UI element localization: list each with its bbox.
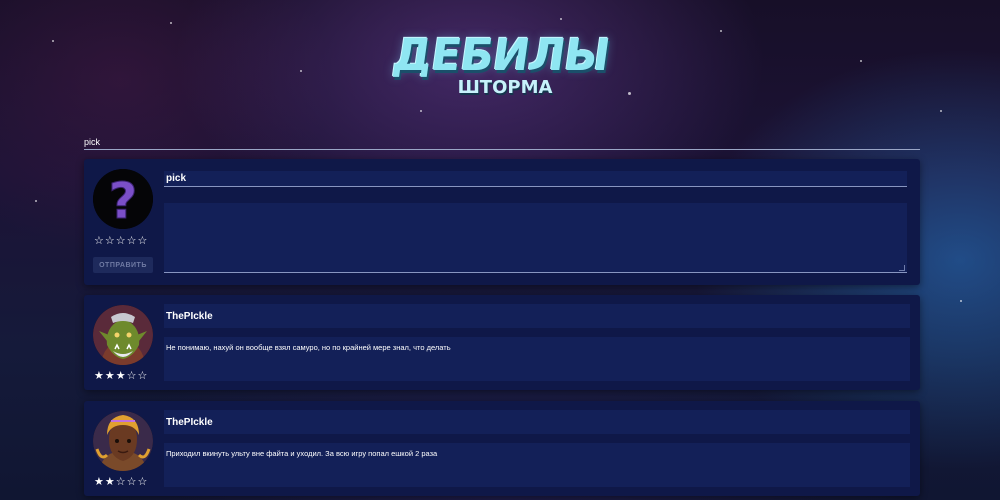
rating-stars-input[interactable]: ☆☆☆☆☆ [94, 234, 148, 247]
svg-text:?: ? [108, 172, 137, 229]
avatar [93, 305, 153, 365]
question-mark-icon: ? [93, 169, 153, 229]
rating-stars: ★★★☆☆ [94, 370, 149, 382]
comment-text: Не понимаю, нахуй он вообще взял самуро,… [164, 337, 910, 381]
logo-subtitle: ШТОРМА [457, 77, 553, 98]
resize-handle[interactable] [899, 265, 905, 271]
avatar [93, 411, 153, 471]
rating-stars: ★★☆☆☆ [94, 476, 149, 488]
logo-title: ДЕБИЛЫ [389, 30, 613, 81]
comment-card: ★★☆☆☆ ThePIckle Приходил вкинуть ульту в… [84, 401, 920, 496]
name-field[interactable] [164, 171, 907, 187]
send-button[interactable]: ОТПРАВИТЬ [93, 257, 153, 273]
comment-textarea[interactable] [164, 203, 907, 273]
site-logo[interactable]: ДЕБИЛЫ ШТОРМА [385, 30, 617, 100]
orc-hero-portrait-icon [93, 305, 153, 365]
search-input[interactable] [84, 134, 920, 150]
new-comment-card: ? ☆☆☆☆☆ ОТПРАВИТЬ [84, 159, 920, 285]
comment-card: ★★★☆☆ ThePIckle Не понимаю, нахуй он воо… [84, 295, 920, 390]
comment-text: Приходил вкинуть ульту вне файта и уходи… [164, 443, 910, 487]
comment-author: ThePIckle [164, 410, 910, 434]
comment-author: ThePIckle [164, 304, 910, 328]
hero-portrait-icon [93, 411, 153, 471]
avatar-placeholder: ? [93, 169, 153, 229]
